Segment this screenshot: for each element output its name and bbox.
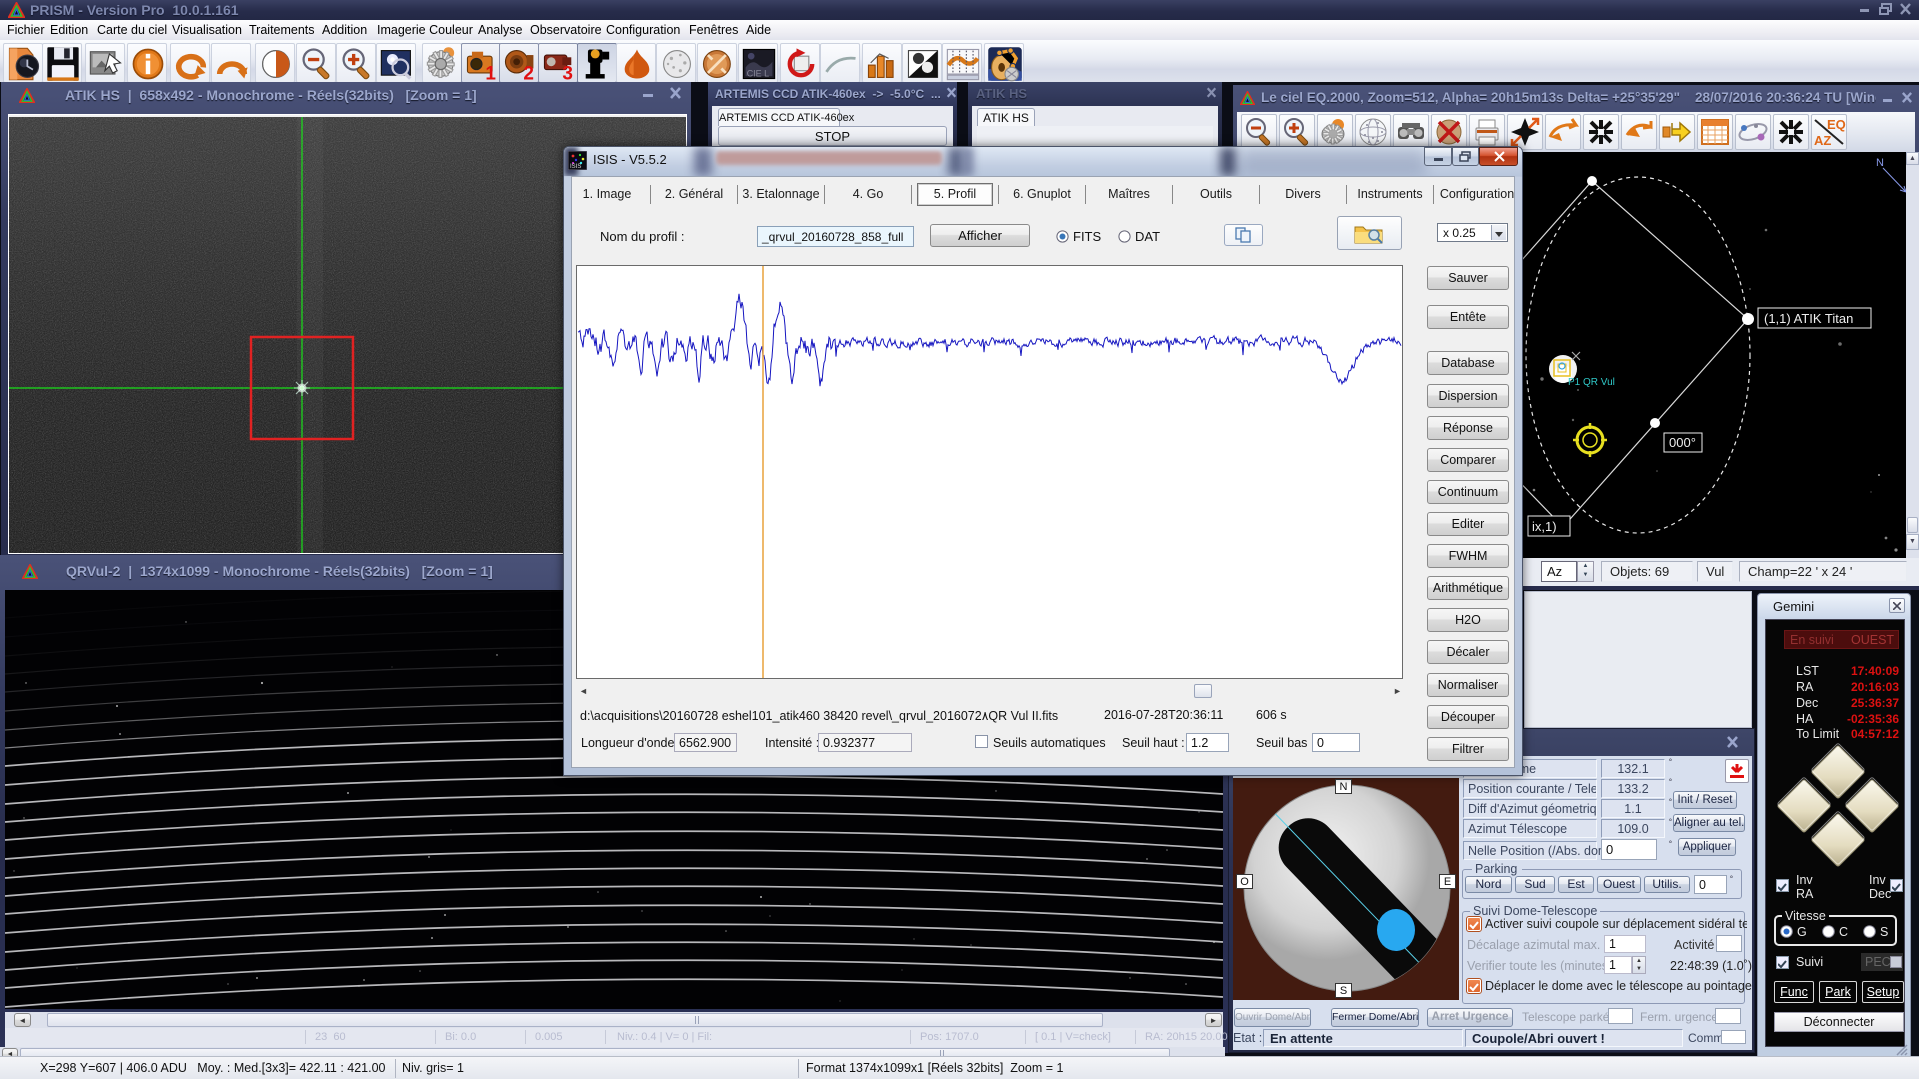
svg-text:EQ: EQ: [1827, 117, 1846, 132]
svg-text:CIE L: CIE L: [747, 68, 769, 78]
svg-text:AZ: AZ: [1814, 133, 1831, 148]
svg-text:ISIS: ISIS: [570, 164, 581, 170]
svg-text:000°: 000°: [1669, 435, 1696, 450]
svg-text:P1 QR Vul: P1 QR Vul: [1568, 377, 1615, 388]
svg-text:2: 2: [523, 64, 534, 83]
svg-text:3: 3: [562, 64, 573, 83]
svg-text:ix,1): ix,1): [1532, 519, 1557, 534]
svg-text:1: 1: [485, 64, 496, 83]
svg-text:(1,1) ATIK Titan: (1,1) ATIK Titan: [1764, 311, 1853, 326]
svg-text:N: N: [1876, 157, 1884, 169]
